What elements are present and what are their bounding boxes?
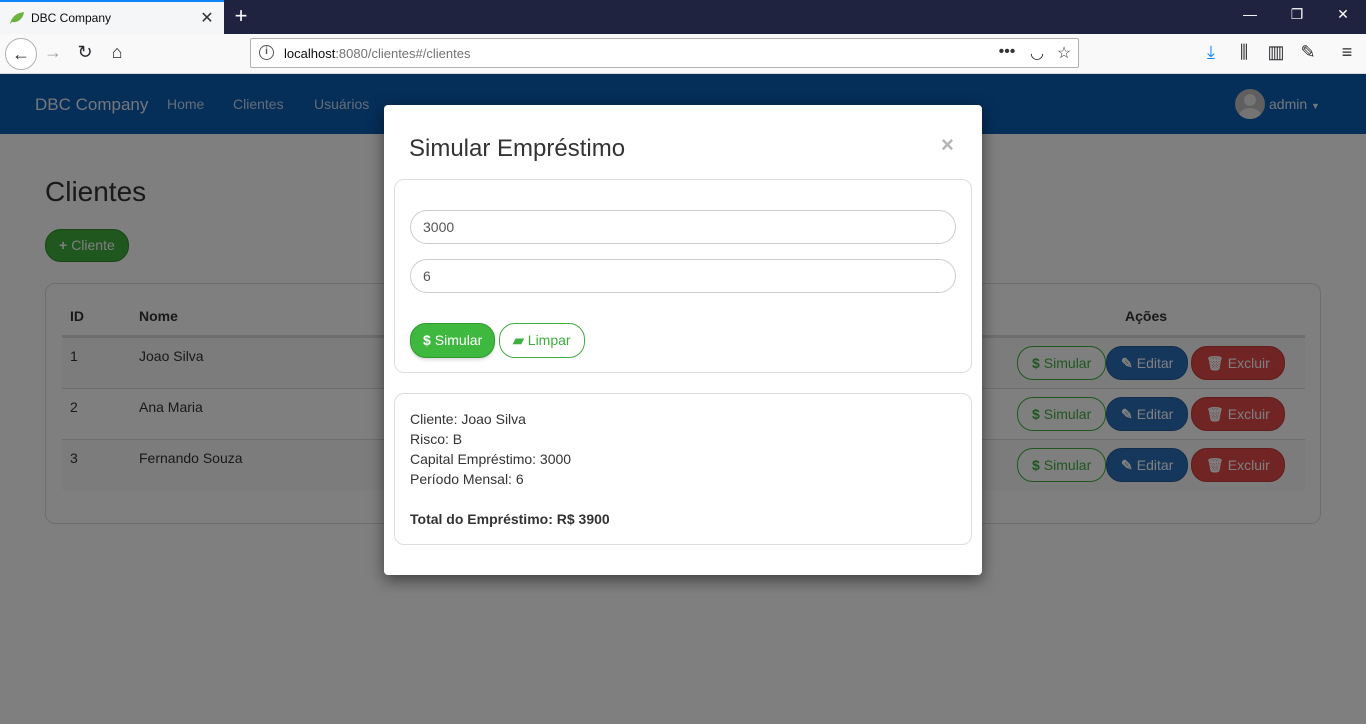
info-icon[interactable]: i: [259, 45, 274, 60]
forward-arrow-icon[interactable]: →: [41, 42, 65, 63]
extension-icon[interactable]: ✎: [1296, 42, 1320, 63]
browser-toolbar: ← → ↻ ⌂ i localhost:8080/clientes#/clien…: [0, 34, 1366, 74]
browser-tab[interactable]: DBC Company ✕: [0, 0, 224, 34]
pocket-icon[interactable]: ◡: [1027, 43, 1047, 63]
tab-title: DBC Company: [31, 11, 112, 25]
menu-icon[interactable]: ≡: [1335, 42, 1359, 63]
browser-tabbar: DBC Company ✕ + — ❐ ✕: [0, 0, 1366, 34]
capital-input[interactable]: 3000: [410, 210, 956, 244]
modal-title: Simular Empréstimo: [409, 135, 626, 162]
close-icon[interactable]: ×: [941, 132, 954, 158]
simulation-form-panel: 3000 6 $ Simular ▰ Limpar: [394, 179, 972, 373]
simulate-loan-modal: Simular Empréstimo × 3000 6 $ Simular ▰ Li…: [384, 105, 982, 575]
close-window-icon[interactable]: ✕: [1333, 6, 1353, 23]
sidebar-icon[interactable]: ▥: [1264, 42, 1288, 63]
home-icon[interactable]: ⌂: [105, 42, 129, 63]
clear-button[interactable]: ▰ Limpar: [499, 323, 585, 358]
result-period: Período Mensal: 6: [410, 471, 524, 487]
reload-icon[interactable]: ↻: [73, 42, 97, 63]
result-capital: Capital Empréstimo: 3000: [410, 451, 572, 467]
more-actions-icon[interactable]: •••: [997, 43, 1017, 61]
result-client: Cliente: Joao Silva: [410, 411, 526, 427]
close-tab-icon[interactable]: ✕: [198, 8, 216, 28]
back-arrow-icon[interactable]: ←: [5, 38, 37, 70]
dollar-icon: $: [423, 332, 431, 348]
restore-icon[interactable]: ❐: [1287, 6, 1307, 23]
library-icon[interactable]: ⫼: [1232, 42, 1256, 63]
eraser-icon: ▰: [513, 332, 524, 348]
minimize-icon[interactable]: —: [1240, 6, 1260, 22]
bookmark-star-icon[interactable]: ☆: [1054, 43, 1074, 63]
simulation-result-panel: Cliente: Joao Silva Risco: B Capital Emp…: [394, 393, 972, 545]
leaf-icon: [10, 12, 24, 24]
url-bar[interactable]: i localhost:8080/clientes#/clientes ••• …: [250, 38, 1079, 68]
result-total: Total do Empréstimo: R$ 3900: [410, 511, 610, 527]
url-text[interactable]: localhost:8080/clientes#/clientes: [284, 46, 470, 61]
download-icon[interactable]: ⤓: [1199, 42, 1223, 63]
new-tab-icon[interactable]: +: [230, 3, 252, 29]
result-risk: Risco: B: [410, 431, 463, 447]
period-input[interactable]: 6: [410, 259, 956, 293]
simulate-submit-button[interactable]: $ Simular: [410, 323, 496, 358]
